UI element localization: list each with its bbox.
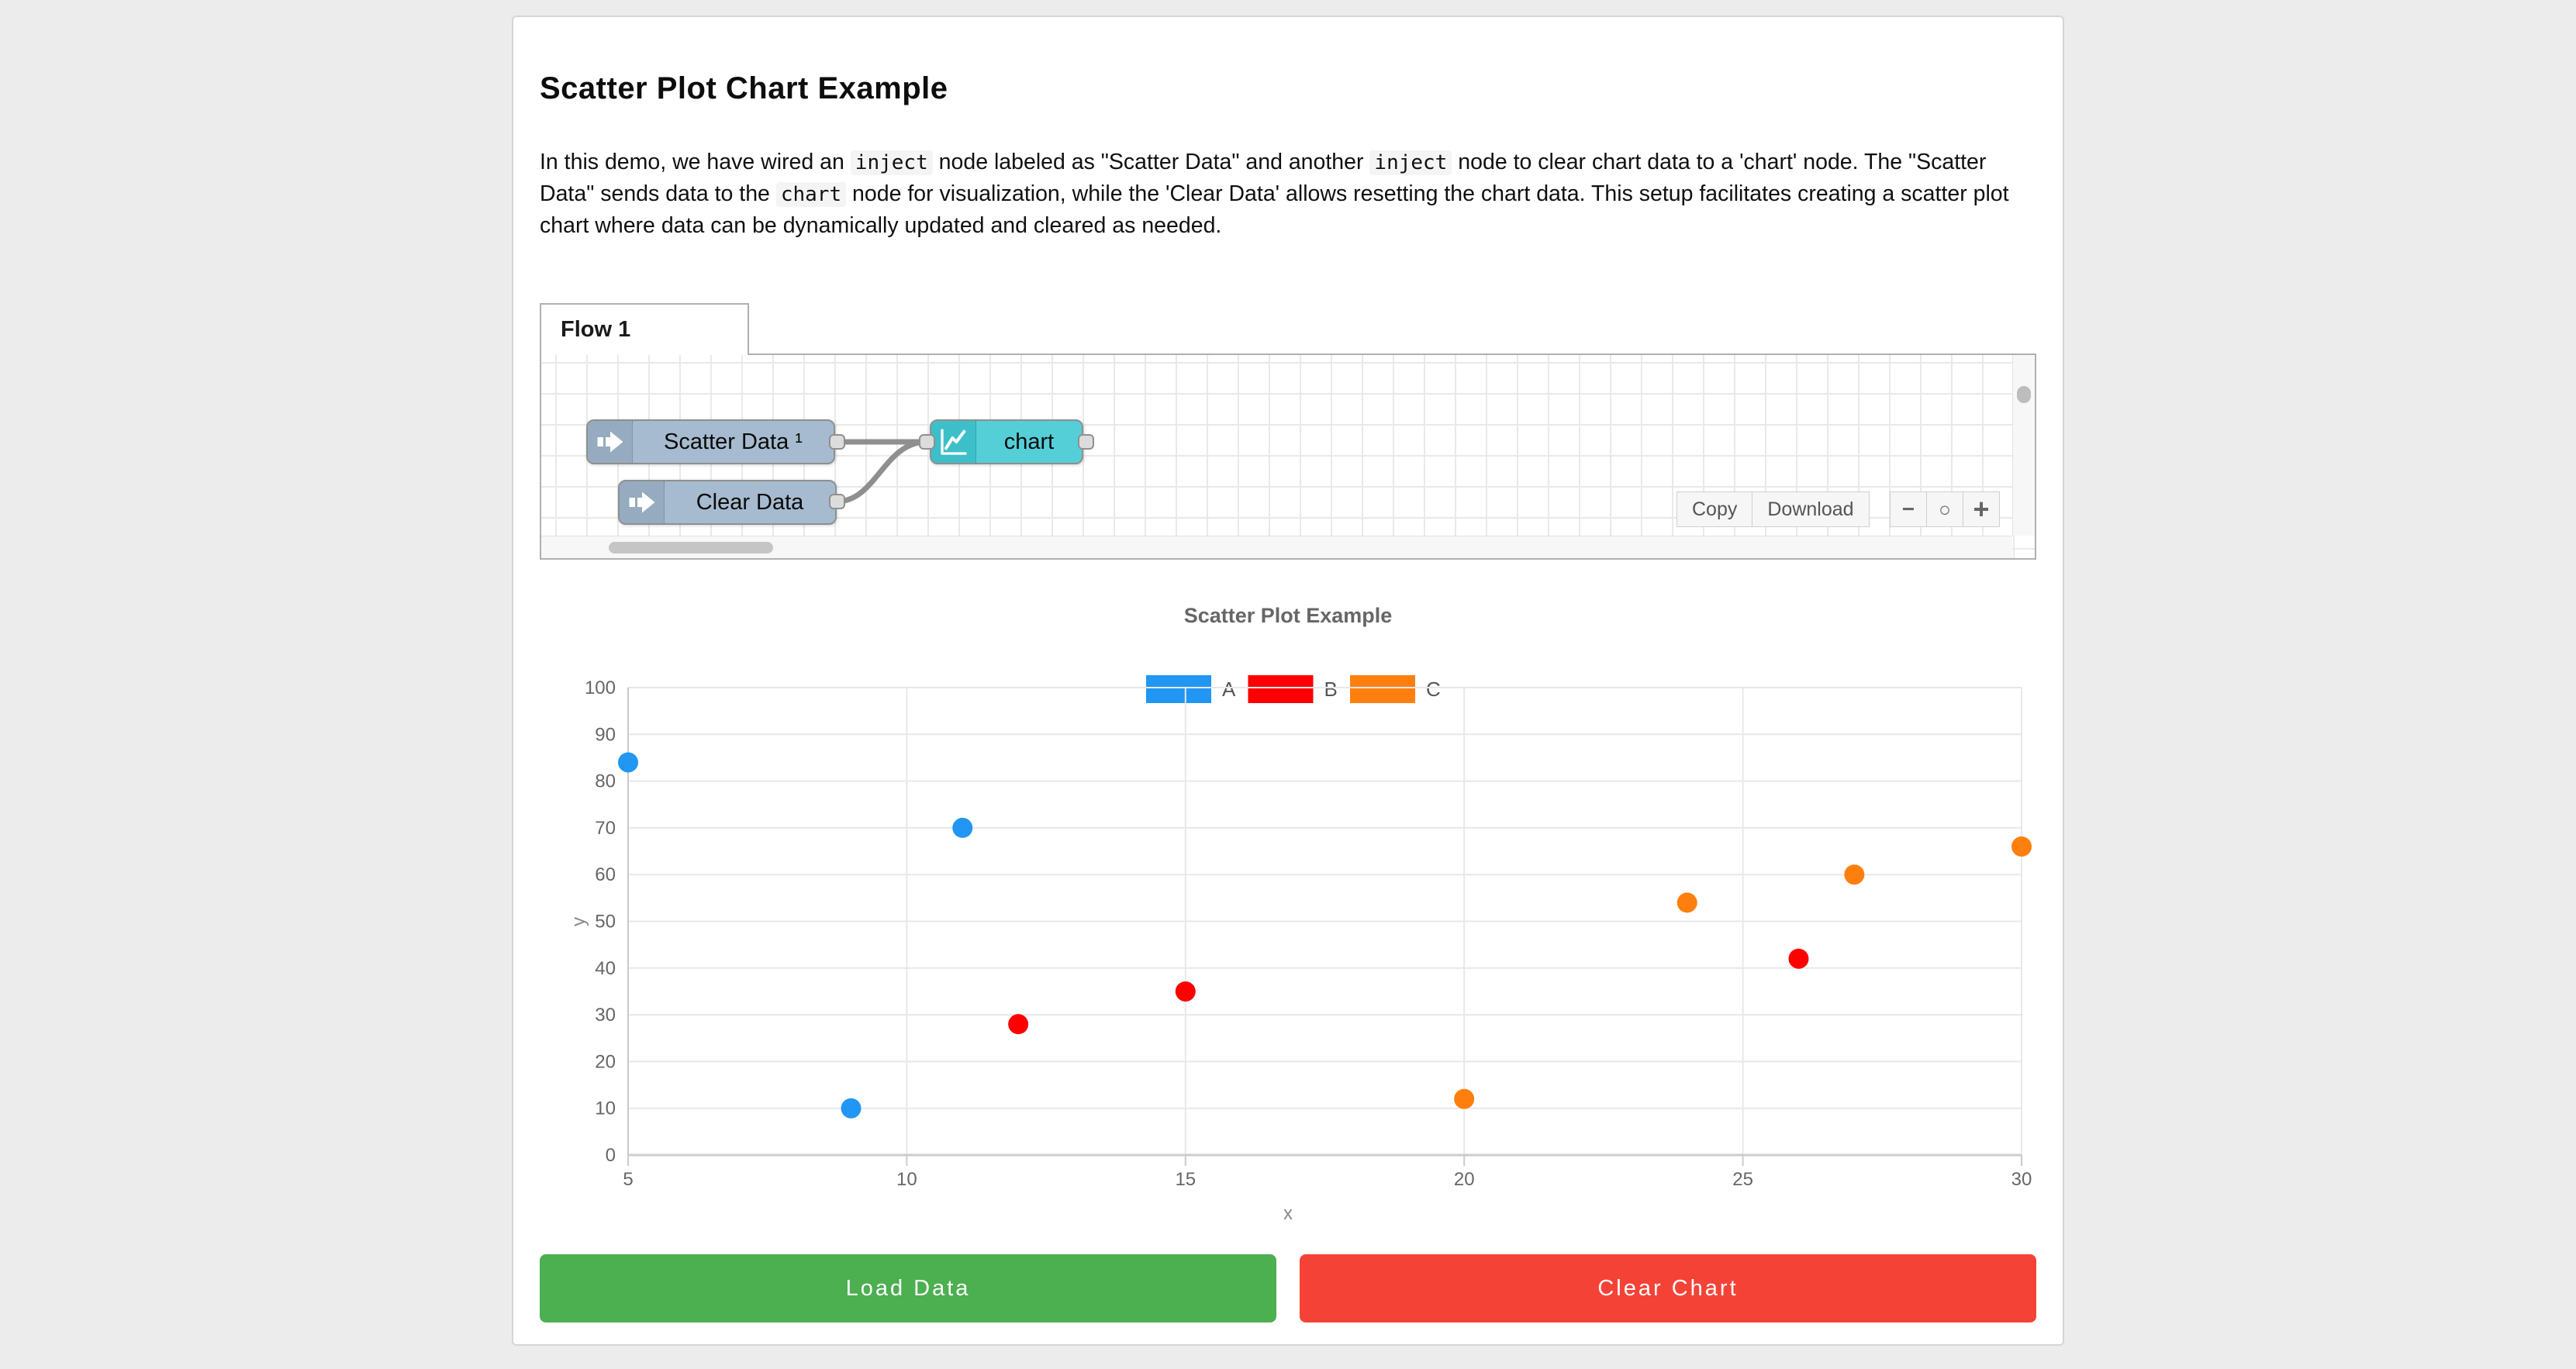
flow-tab-label: Flow 1: [561, 317, 630, 343]
x-tick-label: 20: [1454, 1169, 1475, 1190]
node-label: Scatter Data ¹: [633, 421, 834, 463]
page-title: Scatter Plot Chart Example: [540, 71, 2036, 106]
scatter-point-C: [1844, 864, 1864, 885]
horizontal-scrollbar-thumb[interactable]: [609, 542, 773, 553]
flow-tab[interactable]: Flow 1: [540, 303, 749, 355]
legend-swatch-C[interactable]: [1350, 675, 1415, 703]
port-output-chart[interactable]: [1078, 434, 1094, 450]
legend-label-B[interactable]: B: [1324, 678, 1338, 701]
description-paragraph: In this demo, we have wired an inject no…: [540, 147, 2036, 241]
y-tick-label: 0: [606, 1145, 616, 1166]
scatter-point-A: [841, 1098, 862, 1119]
content-card: Scatter Plot Chart Example In this demo,…: [512, 16, 2064, 1346]
action-buttons-row: Load Data Clear Chart: [540, 1254, 2036, 1322]
inline-code: inject: [1369, 150, 1452, 175]
flow-vertical-scrollbar: [2012, 355, 2035, 536]
node-label: chart: [976, 421, 1082, 463]
copy-button[interactable]: Copy: [1676, 491, 1752, 527]
y-tick-label: 20: [595, 1051, 616, 1072]
x-tick-label: 25: [1732, 1169, 1753, 1190]
y-axis-title: y: [568, 917, 589, 926]
wire-clear-to-chart[interactable]: [837, 442, 927, 502]
load-data-button[interactable]: Load Data: [540, 1254, 1276, 1322]
legend-label-C[interactable]: C: [1426, 678, 1441, 701]
y-tick-label: 10: [595, 1098, 616, 1119]
scatter-point-B: [1176, 981, 1196, 1002]
flow-editor: Flow 1 Scatter Data ¹: [540, 303, 2036, 560]
port-output-clear-data[interactable]: [829, 494, 845, 509]
scatter-point-A: [952, 818, 972, 838]
chart-title: Scatter Plot Example: [1184, 604, 1393, 627]
y-tick-label: 50: [595, 912, 616, 933]
inject-node-scatter-data[interactable]: Scatter Data ¹: [586, 419, 835, 464]
y-tick-label: 40: [595, 958, 616, 979]
y-tick-label: 90: [595, 724, 616, 745]
x-tick-label: 10: [896, 1169, 917, 1190]
line-chart-icon: [931, 421, 976, 463]
zoom-out-button[interactable]: −: [1890, 491, 1927, 527]
description-text: node labeled as "Scatter Data" and anoth…: [933, 150, 1370, 174]
port-output-scatter-data[interactable]: [829, 434, 845, 450]
flow-zoom-controls: − ○ +: [1890, 491, 2000, 527]
x-tick-label: 5: [623, 1169, 633, 1190]
inline-code: inject: [851, 150, 933, 175]
scatter-point-C: [1677, 892, 1697, 912]
chart-node[interactable]: chart: [930, 419, 1083, 464]
inject-icon: [620, 481, 665, 523]
inject-node-clear-data[interactable]: Clear Data: [618, 480, 837, 525]
vertical-scrollbar-thumb[interactable]: [2017, 386, 2031, 403]
download-button[interactable]: Download: [1752, 491, 1869, 527]
y-tick-label: 30: [595, 1005, 616, 1026]
y-tick-label: 80: [595, 771, 616, 792]
flow-horizontal-scrollbar: [541, 536, 2012, 558]
node-label: Clear Data: [665, 481, 835, 523]
zoom-in-button[interactable]: +: [1963, 491, 2000, 527]
scatter-point-A: [618, 752, 638, 772]
description-text: In this demo, we have wired an: [540, 150, 851, 174]
legend-swatch-B[interactable]: [1248, 675, 1314, 703]
y-tick-label: 60: [595, 864, 616, 885]
x-tick-label: 15: [1175, 1169, 1196, 1190]
zoom-reset-button[interactable]: ○: [1926, 491, 1963, 527]
inject-icon: [588, 421, 633, 463]
legend-label-A[interactable]: A: [1222, 678, 1236, 701]
x-axis-title: x: [1283, 1203, 1293, 1224]
scatter-point-B: [1008, 1014, 1028, 1034]
x-tick-label: 30: [2011, 1169, 2032, 1190]
scatter-point-C: [2011, 836, 2032, 857]
y-tick-label: 70: [595, 818, 616, 839]
scatter-point-B: [1788, 949, 1808, 969]
inline-code: chart: [776, 182, 846, 207]
scatter-chart: Scatter Plot Example A B C 5 10 15 20 25 30 0 10 20 3…: [540, 595, 2036, 1250]
y-tick-label: 100: [585, 678, 616, 698]
clear-chart-button[interactable]: Clear Chart: [1300, 1254, 2036, 1322]
legend-swatch-A[interactable]: [1146, 675, 1211, 703]
flow-export-toolbar: Copy Download: [1676, 491, 1870, 527]
flow-canvas[interactable]: Scatter Data ¹ Clear Data: [540, 353, 2036, 560]
port-input-chart[interactable]: [919, 434, 935, 450]
scatter-point-C: [1454, 1089, 1474, 1109]
